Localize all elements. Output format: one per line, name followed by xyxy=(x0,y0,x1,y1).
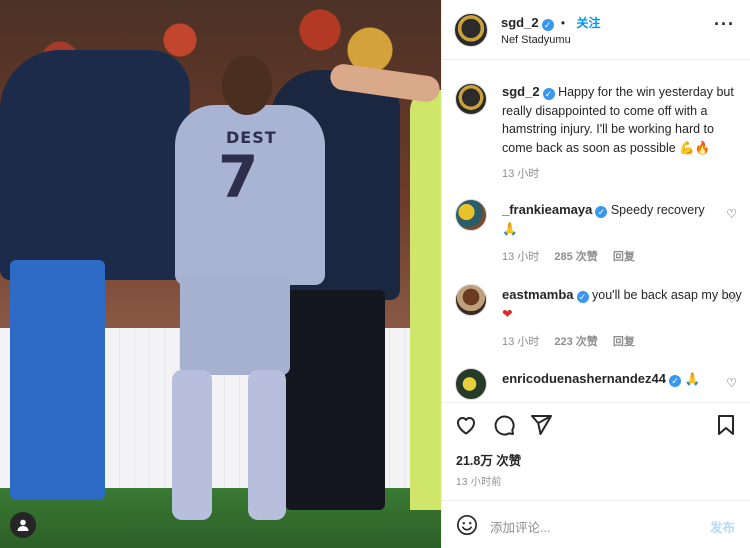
likes-count[interactable]: 21.8万 次赞 xyxy=(456,450,521,469)
player-leg-right xyxy=(248,370,286,520)
comment-avatar[interactable] xyxy=(455,284,487,316)
comment-emoji: ❤ xyxy=(502,306,513,321)
comment-time: 13 小时 xyxy=(502,251,540,263)
player-leg-left xyxy=(172,370,212,520)
staff-pants-left xyxy=(10,260,105,500)
comment-reply-button[interactable]: 回复 xyxy=(613,336,635,348)
comment-meta: 13 小时 285 次赞 回复 xyxy=(502,248,647,264)
caption-time: 13 小时 xyxy=(502,168,540,180)
comment-likes[interactable]: 285 次赞 xyxy=(554,251,597,263)
action-bar xyxy=(442,402,750,446)
comment-username[interactable]: enricoduenashernandez44 xyxy=(502,371,666,386)
verified-badge-icon: ✓ xyxy=(669,375,681,387)
post-location[interactable]: Nef Stadyumu xyxy=(501,34,571,46)
comment-emoji: 🙏 xyxy=(502,221,518,236)
post-photo[interactable]: DEST 7 xyxy=(0,0,441,548)
comment-text: _frankieamaya ✓ Speedy recovery 🙏 xyxy=(502,201,742,238)
comments-list: sgd_2 ✓ Happy for the win yesterday but r… xyxy=(442,61,750,401)
send-icon[interactable] xyxy=(529,413,553,437)
comment-avatar[interactable] xyxy=(455,368,487,400)
jersey-number: 7 xyxy=(218,143,259,211)
author-avatar[interactable] xyxy=(454,13,488,47)
bookmark-icon[interactable] xyxy=(714,413,738,437)
post-comment-button[interactable]: 发布 xyxy=(710,517,735,536)
caption-username[interactable]: sgd_2 xyxy=(502,84,540,99)
staff-coat-left xyxy=(0,50,190,280)
comment-like-icon[interactable]: ♡ xyxy=(726,292,737,306)
comment-username[interactable]: _frankieamaya xyxy=(502,202,592,217)
tagged-user-icon[interactable] xyxy=(10,512,36,538)
verified-badge-icon: ✓ xyxy=(576,291,589,303)
follow-button[interactable]: 关注 xyxy=(576,16,600,30)
comment-like-icon[interactable]: ♡ xyxy=(726,376,737,390)
comment-avatar[interactable] xyxy=(455,199,487,231)
emoji-smile-icon[interactable] xyxy=(456,514,478,536)
post-side-panel: sgd_2 ✓ • 关注 Nef Stadyumu ··· sgd_2 ✓ Happ… xyxy=(441,0,750,548)
comment-emoji: 🙏 xyxy=(684,372,701,386)
caption-meta: 13 小时 xyxy=(502,165,551,181)
post-header: sgd_2 ✓ • 关注 Nef Stadyumu ··· xyxy=(442,0,750,60)
staff-pants-center xyxy=(285,290,385,510)
comment-body: you'll be back asap my boy xyxy=(592,288,742,302)
comment-input[interactable]: 添加评论... xyxy=(490,517,550,536)
comment-text: eastmamba ✓ you'll be back asap my boy ❤ xyxy=(502,286,742,323)
comment-username[interactable]: eastmamba xyxy=(502,287,574,302)
post-time: 13 小时前 xyxy=(456,477,502,488)
comment-icon[interactable] xyxy=(492,413,516,437)
player-shorts xyxy=(180,275,290,375)
verified-badge-icon: ✓ xyxy=(595,206,608,218)
player-head xyxy=(222,55,272,115)
verified-badge-icon: ✓ xyxy=(542,88,555,100)
separator-dot: • xyxy=(560,16,566,30)
comment-likes[interactable]: 223 次赞 xyxy=(554,336,597,348)
comment-text: enricoduenashernandez44 ✓ 🙏 xyxy=(502,370,742,389)
comment-meta: 13 小时 223 次赞 回复 xyxy=(502,333,647,349)
caption-text: sgd_2 ✓ Happy for the win yesterday but r… xyxy=(502,83,742,157)
add-comment-bar: 添加评论... 发布 xyxy=(442,500,750,548)
comment-time: 13 小时 xyxy=(502,336,540,348)
heart-icon[interactable] xyxy=(454,413,478,437)
referee xyxy=(410,90,441,510)
comment-body: Speedy recovery xyxy=(610,203,705,217)
more-options-icon[interactable]: ··· xyxy=(714,14,735,35)
comment-like-icon[interactable]: ♡ xyxy=(726,207,737,221)
comment-reply-button[interactable]: 回复 xyxy=(613,251,635,263)
caption-emoji: 💪🔥 xyxy=(679,140,711,155)
caption-avatar[interactable] xyxy=(455,83,487,115)
author-line: sgd_2 ✓ • 关注 xyxy=(501,14,600,31)
author-username[interactable]: sgd_2 xyxy=(501,15,539,30)
verified-badge-icon: ✓ xyxy=(541,19,554,31)
